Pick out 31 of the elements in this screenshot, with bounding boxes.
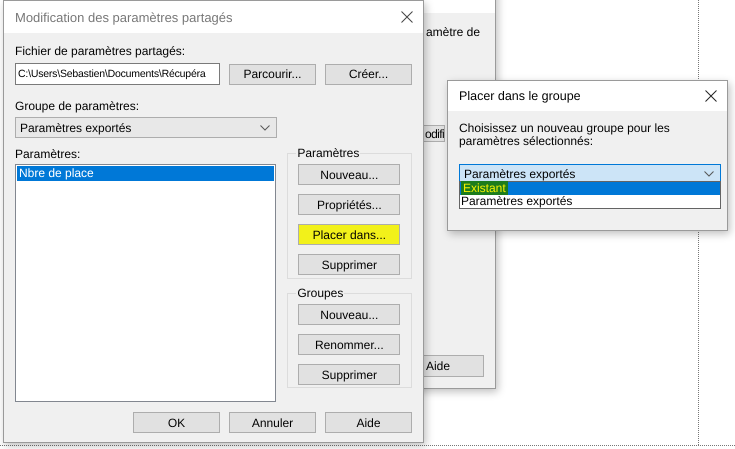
field-label: Fichier de paramètres partagés: <box>15 44 186 58</box>
action-button[interactable]: Placer dans... <box>298 224 400 245</box>
dialog-button[interactable]: OK <box>133 412 220 433</box>
group-dropdown[interactable]: Paramètres exportés <box>15 117 277 138</box>
action-button[interactable]: Propriétés... <box>298 194 400 215</box>
label-text: amètre de <box>426 25 480 39</box>
close-icon[interactable] <box>705 90 717 102</box>
list-label: Paramètres: <box>15 147 82 161</box>
dialog-button[interactable]: Annuler <box>229 412 316 433</box>
field-label: Groupe de paramètres: <box>15 99 140 113</box>
action-button[interactable]: Supprimer <box>298 254 400 275</box>
action-button[interactable]: Supprimer <box>298 364 400 385</box>
modify-button[interactable]: odifi <box>423 125 445 142</box>
dialog-button[interactable]: Aide <box>325 412 412 433</box>
chevron-icon <box>704 171 714 177</box>
action-button[interactable]: Nouveau... <box>298 164 400 185</box>
action-button[interactable]: Nouveau... <box>298 304 400 325</box>
chevron-icon <box>260 124 270 130</box>
prompt-text: Choisissez un nouveau groupe pour les paramètres sélectionnés: <box>459 122 671 148</box>
close-icon[interactable] <box>401 11 413 23</box>
dropdown-option[interactable]: Paramètres exportés <box>460 195 720 208</box>
create-button[interactable]: Créer... <box>325 64 412 84</box>
browse-button[interactable]: Parcourir... <box>229 64 316 84</box>
group-title: Paramètres <box>296 147 360 160</box>
window-title: Placer dans le groupe <box>459 89 581 103</box>
file-path-field[interactable]: C:\Users\Sebastien\Documents\Récupéra <box>15 63 220 85</box>
action-button[interactable]: Renommer... <box>298 334 400 355</box>
dropdown-option[interactable]: Existant <box>460 182 720 195</box>
window-title: Modification des paramètres partagés <box>15 10 233 24</box>
list-item[interactable]: Nbre de place <box>17 166 274 181</box>
group-title: Groupes <box>296 287 344 300</box>
